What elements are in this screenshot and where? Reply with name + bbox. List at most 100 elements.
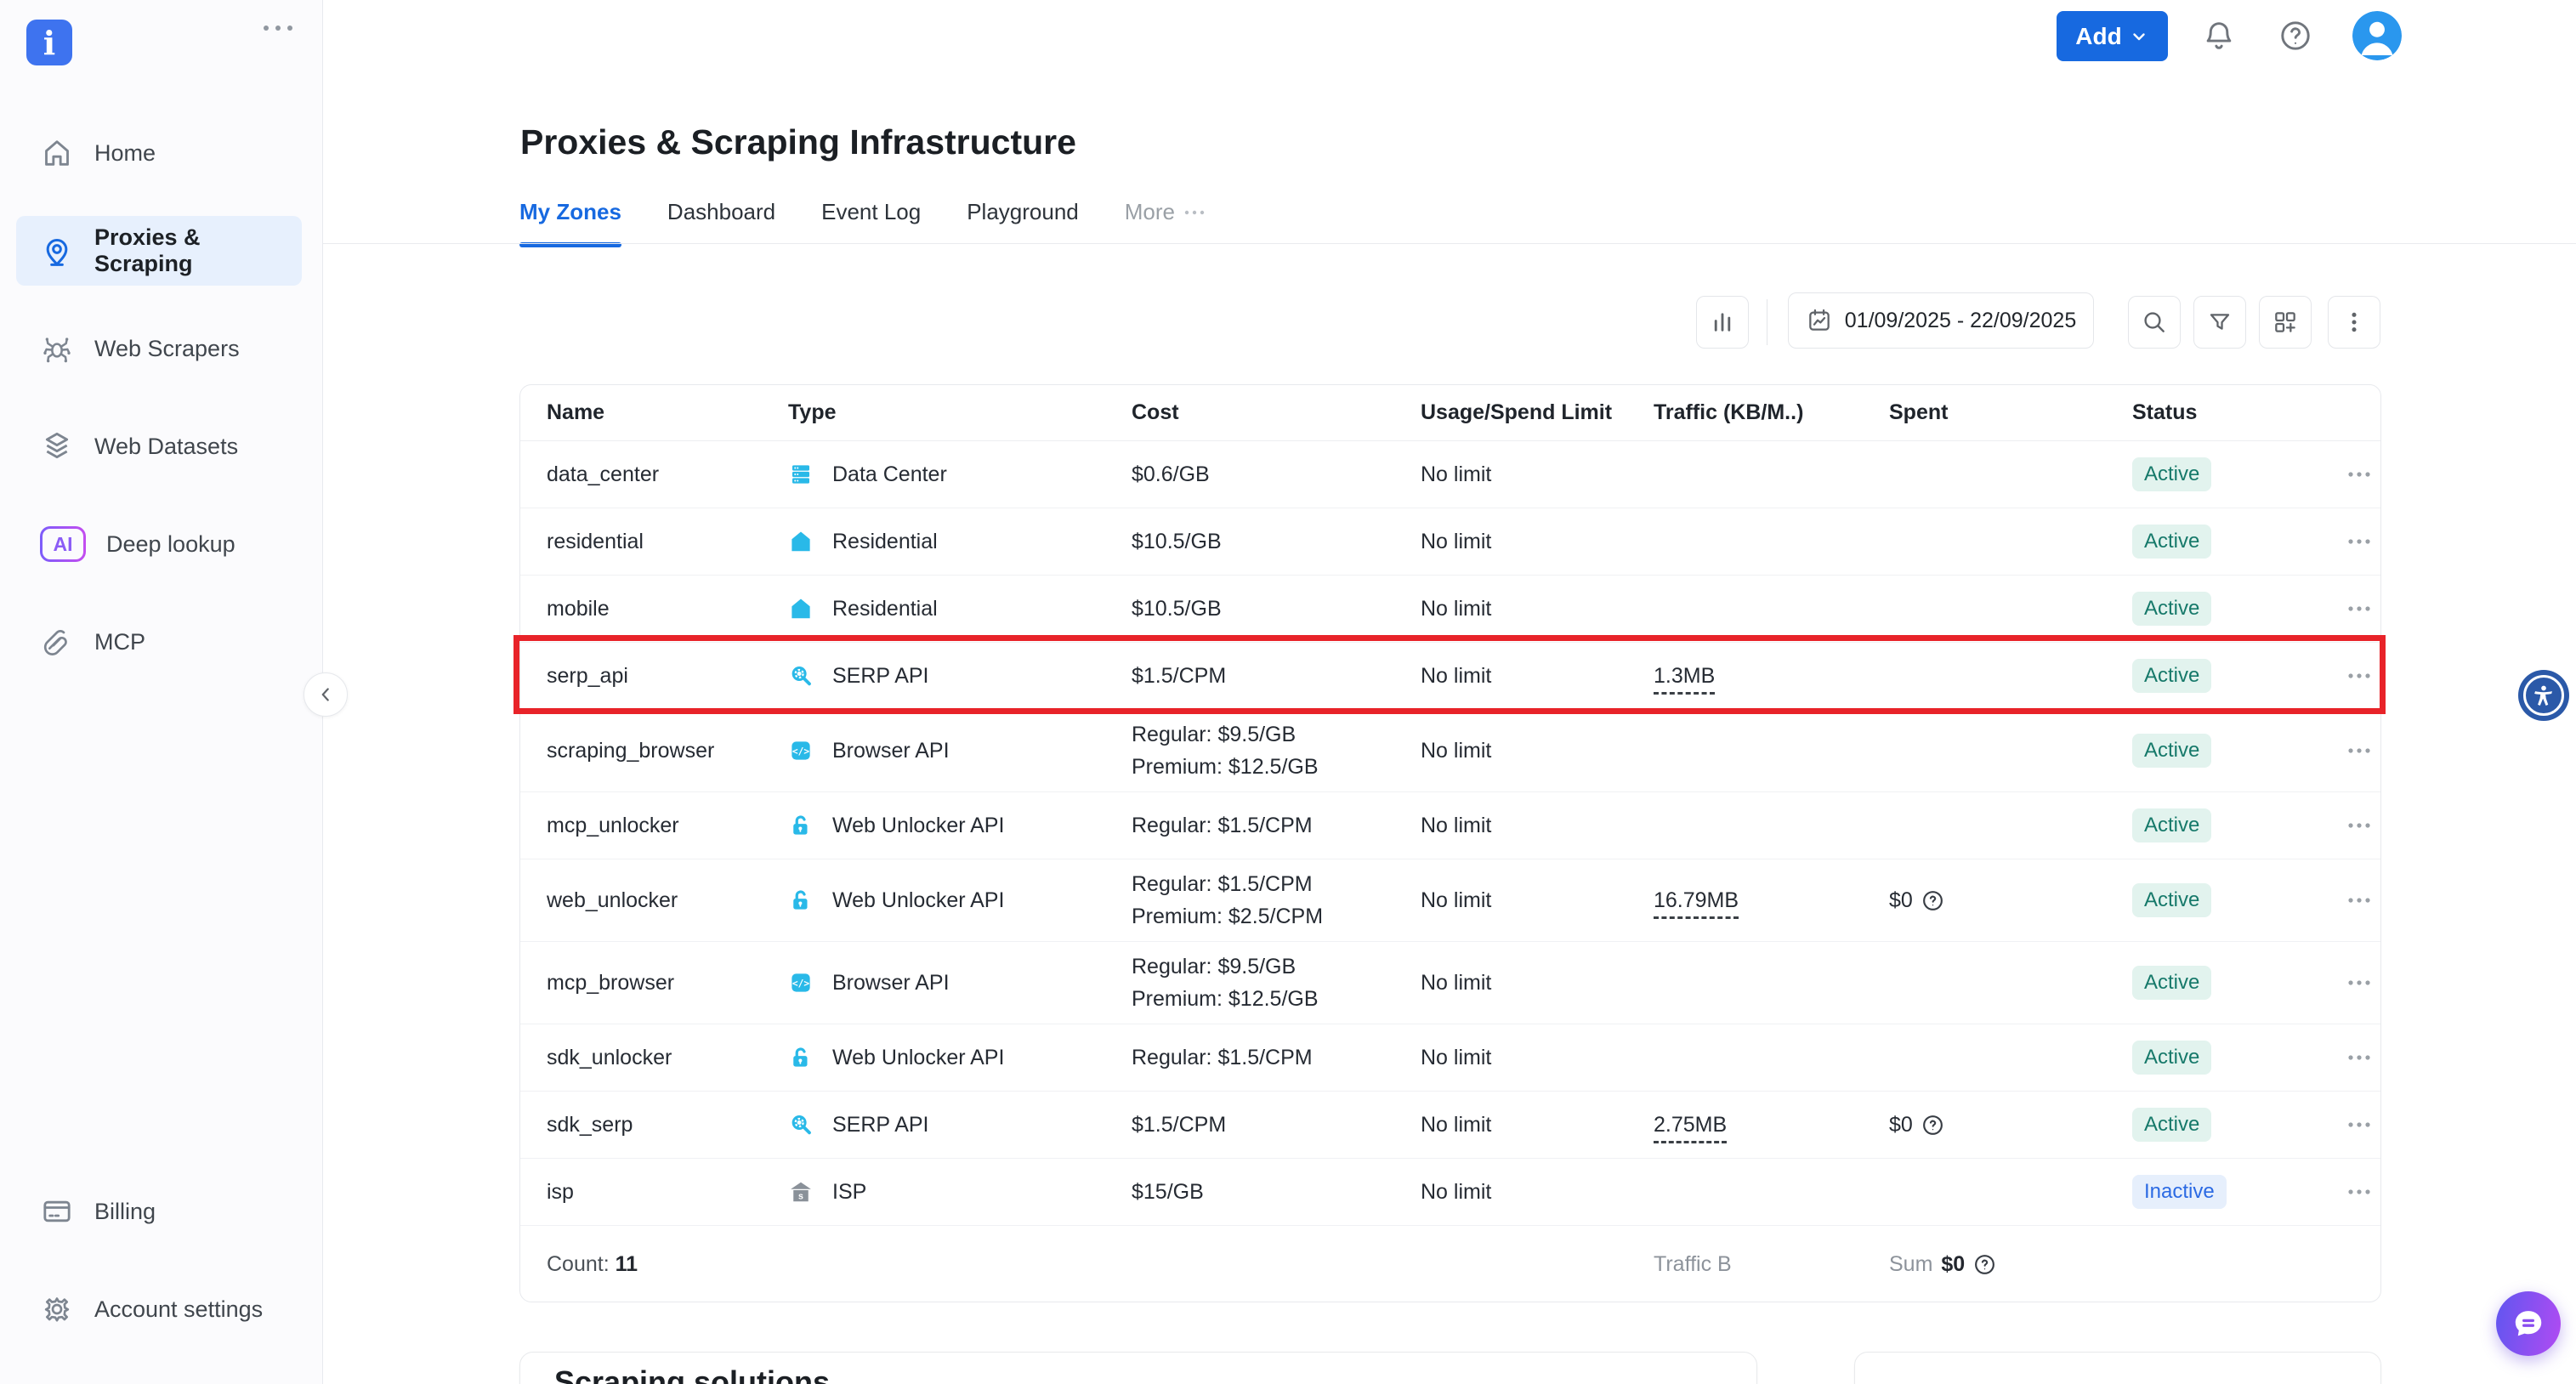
table-row-mcp-browser[interactable]: mcp_browser</>Browser APIRegular: $9.5/G… <box>520 942 2380 1024</box>
help-circle-icon[interactable] <box>1973 1253 1996 1276</box>
sidebar-item-label: Billing <box>94 1199 156 1225</box>
traffic-value[interactable]: 16.79MB <box>1654 888 1739 919</box>
zones-table: NameTypeCostUsage/Spend LimitTraffic (KB… <box>519 384 2381 1302</box>
status-badge: Active <box>2132 659 2211 693</box>
sidebar-item-deep-lookup[interactable]: AI Deep lookup <box>16 509 302 579</box>
table-row-isp[interactable]: ispsISP$15/GBNo limitInactive <box>520 1159 2380 1226</box>
cost-line: $1.5/CPM <box>1132 660 1412 692</box>
sidebar-item-web-scrapers[interactable]: Web Scrapers <box>16 314 302 383</box>
user-avatar[interactable] <box>2352 11 2402 60</box>
tab-my-zones[interactable]: My Zones <box>519 199 621 247</box>
help-circle-icon[interactable] <box>1921 1114 1944 1137</box>
help-circle-icon[interactable] <box>1921 889 1944 912</box>
row-menu-button[interactable] <box>2345 820 2374 831</box>
status-badge: Active <box>2132 592 2211 626</box>
chevron-down-icon <box>2129 26 2149 47</box>
sidebar-menu-ellipsis-icon[interactable] <box>259 22 297 34</box>
column-header-traffic-kb-m: Traffic (KB/M..) <box>1654 400 1889 425</box>
tab-more[interactable]: More <box>1125 199 1206 247</box>
traffic-value[interactable]: 1.3MB <box>1654 664 1715 695</box>
date-range-picker[interactable]: 01/09/2025 - 22/09/2025 <box>1788 292 2094 349</box>
tab-event-log[interactable]: Event Log <box>821 199 921 247</box>
help-icon[interactable] <box>2277 17 2314 54</box>
zone-name: serp_api <box>547 664 788 689</box>
traffic-sum-label: Traffic B <box>1654 1252 1889 1277</box>
serp-icon <box>788 1112 814 1137</box>
chart-view-button[interactable] <box>1696 296 1749 349</box>
isp-house-icon: s <box>788 1179 814 1205</box>
table-row-serp-api[interactable]: serp_apiSERP API$1.5/CPMNo limit1.3MBAct… <box>520 643 2380 710</box>
cost-line: Regular: $9.5/GB <box>1132 718 1412 751</box>
status-cell: Active <box>2132 734 2345 768</box>
table-row-sdk-unlocker[interactable]: sdk_unlockerWeb Unlocker APIRegular: $1.… <box>520 1024 2380 1092</box>
row-menu-button[interactable] <box>2345 895 2374 905</box>
traffic-value[interactable]: 2.75MB <box>1654 1113 1727 1143</box>
usage-limit: No limit <box>1421 1113 1654 1137</box>
sidebar-item-home[interactable]: Home <box>16 118 302 188</box>
row-menu-button[interactable] <box>2345 1120 2374 1130</box>
zone-type-label: SERP API <box>832 1113 929 1137</box>
table-menu-button[interactable] <box>2328 296 2380 349</box>
status-cell: Active <box>2132 1108 2345 1142</box>
zone-name: scraping_browser <box>547 739 788 763</box>
tab-playground[interactable]: Playground <box>967 199 1079 247</box>
sidebar-item-label: Home <box>94 140 156 167</box>
status-cell: Active <box>2132 883 2345 917</box>
side-card <box>1854 1352 2381 1384</box>
accessibility-widget-button[interactable] <box>2518 670 2569 721</box>
chat-bubble-icon <box>2511 1306 2546 1341</box>
customize-columns-button[interactable] <box>2259 296 2312 349</box>
sidebar-item-account-settings[interactable]: Account settings <box>16 1274 302 1344</box>
ai-badge-icon: AI <box>40 526 86 562</box>
sidebar-item-mcp[interactable]: MCP <box>16 607 302 677</box>
cost-line: Premium: $2.5/CPM <box>1132 900 1412 933</box>
serp-icon <box>788 663 814 689</box>
add-button[interactable]: Add <box>2057 11 2168 61</box>
row-menu-button[interactable] <box>2345 536 2374 547</box>
row-menu-button[interactable] <box>2345 671 2374 681</box>
table-row-sdk-serp[interactable]: sdk_serpSERP API$1.5/CPMNo limit2.75MB$0… <box>520 1092 2380 1159</box>
usage-limit: No limit <box>1421 597 1654 621</box>
house-icon <box>788 529 814 554</box>
usage-limit: No limit <box>1421 530 1654 554</box>
row-menu-button[interactable] <box>2345 604 2374 614</box>
sidebar-item-label: Deep lookup <box>106 531 235 558</box>
filter-button[interactable] <box>2193 296 2246 349</box>
row-menu-button[interactable] <box>2345 978 2374 988</box>
usage-limit: No limit <box>1421 739 1654 763</box>
status-cell: Active <box>2132 525 2345 559</box>
zone-type: SERP API <box>788 663 1132 689</box>
sidebar-item-billing[interactable]: Billing <box>16 1177 302 1246</box>
row-actions <box>2345 671 2392 681</box>
cost-line: $10.5/GB <box>1132 525 1412 558</box>
table-row-mcp-unlocker[interactable]: mcp_unlockerWeb Unlocker APIRegular: $1.… <box>520 792 2380 859</box>
row-menu-button[interactable] <box>2345 469 2374 479</box>
layers-icon <box>40 429 74 463</box>
sidebar-item-proxies-scraping[interactable]: Proxies & Scraping <box>16 216 302 286</box>
grid-plus-icon <box>2272 309 2299 336</box>
sidebar-item-web-datasets[interactable]: Web Datasets <box>16 411 302 481</box>
status-badge: Inactive <box>2132 1175 2227 1209</box>
zone-cost: Regular: $9.5/GBPremium: $12.5/GB <box>1132 950 1421 1015</box>
table-row-mobile[interactable]: mobileResidential$10.5/GBNo limitActive <box>520 576 2380 643</box>
row-menu-button[interactable] <box>2345 1052 2374 1063</box>
chat-widget-button[interactable] <box>2496 1291 2561 1356</box>
row-menu-button[interactable] <box>2345 746 2374 756</box>
zone-type: </>Browser API <box>788 738 1132 763</box>
notifications-bell-icon[interactable] <box>2200 17 2238 54</box>
table-row-scraping-browser[interactable]: scraping_browser</>Browser APIRegular: $… <box>520 710 2380 792</box>
table-row-residential[interactable]: residentialResidential$10.5/GBNo limitAc… <box>520 508 2380 576</box>
search-button[interactable] <box>2128 296 2181 349</box>
sidebar-collapse-button[interactable] <box>304 672 348 717</box>
table-row-web-unlocker[interactable]: web_unlockerWeb Unlocker APIRegular: $1.… <box>520 859 2380 942</box>
status-cell: Active <box>2132 1041 2345 1075</box>
traffic-cell: 1.3MB <box>1654 664 1889 689</box>
tab-dashboard[interactable]: Dashboard <box>667 199 775 247</box>
row-actions <box>2345 895 2392 905</box>
browser-icon: </> <box>788 970 814 995</box>
gear-icon <box>40 1292 74 1326</box>
row-menu-button[interactable] <box>2345 1187 2374 1197</box>
zone-type: Residential <box>788 596 1132 621</box>
usage-limit: No limit <box>1421 888 1654 913</box>
table-row-data-center[interactable]: data_centerData Center$0.6/GBNo limitAct… <box>520 441 2380 508</box>
